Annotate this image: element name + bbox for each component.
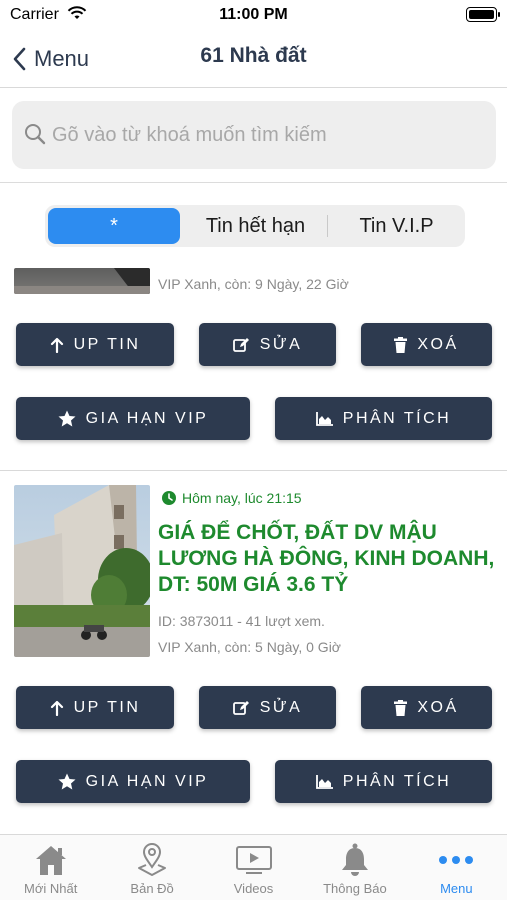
nav-bar: Menu 61 Nhà đất [0, 32, 507, 88]
tab-bar: Mới Nhất Bản Đồ Videos Thông Báo Menu [0, 834, 507, 900]
filter-segmented-control: * Tin hết hạn Tin V.I.P [45, 205, 465, 247]
listing-thumbnail[interactable] [14, 268, 150, 294]
more-icon [438, 843, 474, 877]
up-tin-button[interactable]: UP TIN [16, 686, 174, 729]
edit-button[interactable]: SỬA [199, 323, 336, 366]
analyze-label: PHÂN TÍCH [342, 409, 452, 427]
delete-label: XOÁ [417, 698, 459, 716]
arrow-up-icon [50, 337, 64, 353]
search-input[interactable] [52, 115, 482, 155]
extend-vip-label: GIA HẠN VIP [85, 409, 209, 427]
delete-label: XOÁ [417, 335, 459, 353]
tab-newest-label: Mới Nhất [24, 881, 78, 896]
listing-thumbnail[interactable] [14, 485, 150, 657]
trash-icon [394, 699, 408, 716]
segment-vip-label: Tin V.I.P [359, 214, 434, 237]
listing-title[interactable]: GIÁ ĐỂ CHỐT, ĐẤT DV MẬU LƯƠNG HÀ ĐÔNG, K… [158, 520, 503, 598]
tab-menu[interactable]: Menu [406, 835, 507, 900]
up-tin-label: UP TIN [73, 335, 141, 353]
tab-notifications-label: Thông Báo [323, 881, 387, 896]
home-icon [34, 843, 68, 877]
post-time-label: Hôm nay, lúc 21:15 [182, 490, 302, 506]
tab-videos[interactable]: Videos [203, 835, 304, 900]
divider [0, 470, 507, 471]
page-title: 61 Nhà đất [200, 44, 307, 67]
map-pin-icon [137, 843, 167, 877]
clock-icon [162, 491, 176, 505]
listing-id-views: ID: 3873011 - 41 lượt xem. [158, 613, 325, 629]
tab-notifications[interactable]: Thông Báo [304, 835, 405, 900]
extend-vip-button[interactable]: GIA HẠN VIP [16, 760, 250, 803]
area-chart-icon [315, 774, 333, 789]
star-icon [58, 773, 76, 790]
tab-newest[interactable]: Mới Nhất [0, 835, 101, 900]
analyze-label: PHÂN TÍCH [342, 772, 452, 790]
delete-button[interactable]: XOÁ [361, 686, 492, 729]
edit-button[interactable]: SỬA [199, 686, 336, 729]
search-icon [25, 124, 46, 145]
edit-icon [232, 700, 250, 716]
delete-button[interactable]: XOÁ [361, 323, 492, 366]
tab-videos-label: Videos [233, 881, 274, 896]
tab-map[interactable]: Bản Đồ [101, 835, 202, 900]
analyze-button[interactable]: PHÂN TÍCH [275, 760, 492, 803]
area-chart-icon [315, 411, 333, 426]
segment-vip[interactable]: Tin V.I.P [328, 205, 465, 247]
battery-icon [466, 7, 500, 22]
status-time: 11:00 PM [219, 6, 288, 23]
post-time: Hôm nay, lúc 21:15 [162, 490, 302, 506]
vip-status: VIP Xanh, còn: 9 Ngày, 22 Giờ [158, 276, 349, 292]
tab-map-label: Bản Đồ [130, 881, 174, 896]
star-icon [58, 410, 76, 427]
vip-status: VIP Xanh, còn: 5 Ngày, 0 Giờ [158, 639, 341, 655]
bell-icon [340, 843, 370, 877]
edit-label: SỬA [259, 698, 303, 716]
tab-menu-label: Menu [440, 881, 473, 896]
trash-icon [394, 336, 408, 353]
up-tin-button[interactable]: UP TIN [16, 323, 174, 366]
extend-vip-label: GIA HẠN VIP [85, 772, 209, 790]
edit-label: SỬA [259, 335, 303, 353]
status-bar: Carrier 11:00 PM [0, 0, 507, 32]
segment-expired[interactable]: Tin hết hạn [183, 205, 328, 247]
segment-all[interactable]: * [48, 208, 180, 244]
extend-vip-button[interactable]: GIA HẠN VIP [16, 397, 250, 440]
up-tin-label: UP TIN [73, 698, 141, 716]
arrow-up-icon [50, 700, 64, 716]
edit-icon [232, 337, 250, 353]
segment-expired-label: Tin hết hạn [205, 214, 306, 237]
analyze-button[interactable]: PHÂN TÍCH [275, 397, 492, 440]
search-section [0, 89, 507, 183]
segment-all-label: * [110, 214, 118, 237]
search-box[interactable] [12, 101, 496, 169]
video-icon [235, 843, 272, 877]
